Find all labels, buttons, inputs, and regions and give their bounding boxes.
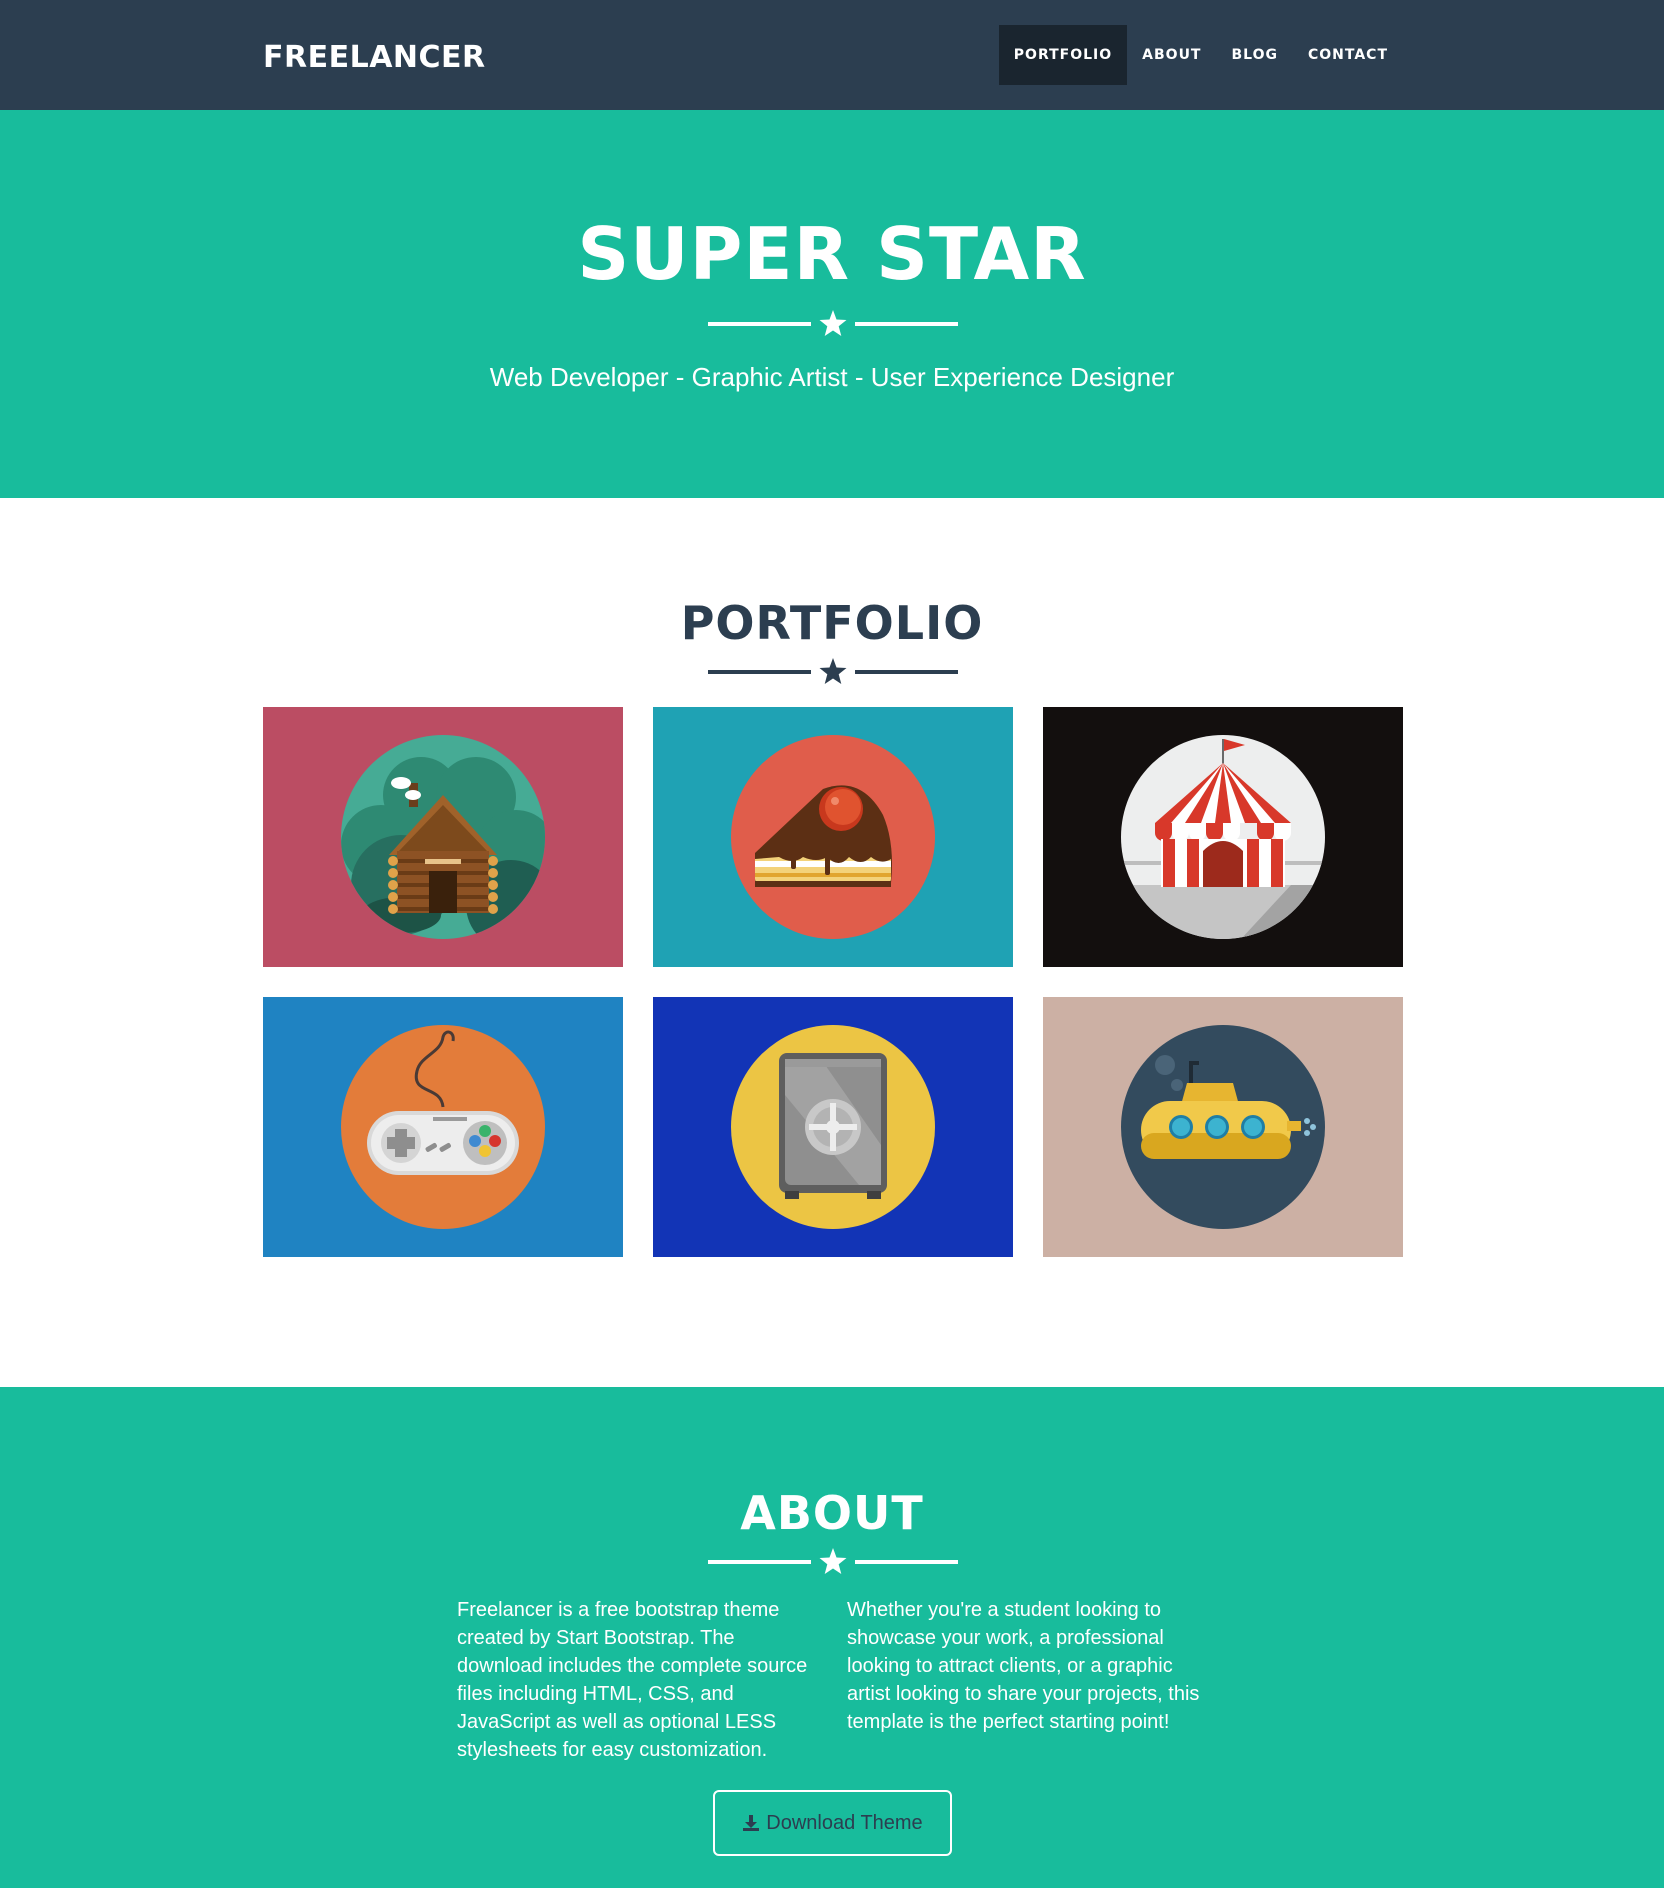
- portfolio-item-submarine[interactable]: [1043, 997, 1403, 1257]
- safe-icon: [731, 1025, 935, 1229]
- hero-star-divider: [708, 309, 958, 339]
- portfolio-title: PORTFOLIO: [680, 596, 984, 650]
- hero-subtitle: Web Developer - Graphic Artist - User Ex…: [489, 362, 1175, 392]
- divider-line: [708, 670, 811, 674]
- hero-title: SUPER STAR: [577, 212, 1087, 296]
- cabin-icon: [341, 735, 545, 939]
- star-icon: [819, 658, 847, 684]
- divider-line: [708, 1560, 811, 1564]
- about-title: ABOUT: [740, 1486, 924, 1540]
- divider-line: [708, 322, 811, 326]
- navbar: FREELANCER PORTFOLIO ABOUT BLOG CONTACT: [0, 0, 1664, 110]
- nav-link-about[interactable]: ABOUT: [1127, 25, 1216, 85]
- divider-line: [855, 1560, 958, 1564]
- nav-menu: PORTFOLIO ABOUT BLOG CONTACT: [998, 25, 1403, 85]
- about-text-left: Freelancer is a free bootstrap theme cre…: [457, 1599, 808, 1761]
- nav-link-contact[interactable]: CONTACT: [1293, 25, 1403, 85]
- portfolio-item-cabin[interactable]: [263, 707, 623, 967]
- game-controller-icon: [341, 1025, 545, 1229]
- submarine-icon: [1121, 1025, 1325, 1229]
- about-text-right: Whether you're a student looking to show…: [847, 1599, 1200, 1733]
- cake-icon: [731, 735, 935, 939]
- divider-line: [855, 322, 958, 326]
- hero-section: SUPER STAR Web Developer - Graphic Artis…: [0, 110, 1664, 498]
- divider-line: [855, 670, 958, 674]
- download-icon: [743, 1815, 760, 1831]
- star-icon: [819, 1548, 847, 1574]
- portfolio-item-game[interactable]: [263, 997, 623, 1257]
- star-icon: [819, 310, 847, 336]
- brand-logo-link[interactable]: FREELANCER: [263, 40, 486, 75]
- portfolio-item-cake[interactable]: [653, 707, 1013, 967]
- nav-link-blog[interactable]: BLOG: [1216, 25, 1293, 85]
- nav-link-portfolio[interactable]: PORTFOLIO: [998, 25, 1128, 85]
- circus-tent-icon: [1121, 735, 1325, 939]
- about-star-divider: [708, 1547, 958, 1577]
- download-theme-label: Download Theme: [766, 1811, 923, 1834]
- portfolio-item-circus[interactable]: [1043, 707, 1403, 967]
- portfolio-item-safe[interactable]: [653, 997, 1013, 1257]
- portfolio-star-divider: [708, 657, 958, 687]
- download-theme-button[interactable]: Download Theme: [713, 1790, 952, 1856]
